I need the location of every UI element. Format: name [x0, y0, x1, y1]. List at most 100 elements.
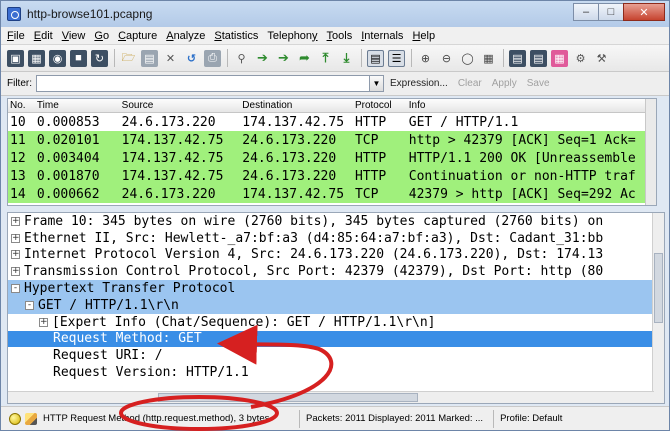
menu-item[interactable]: Tools: [327, 30, 353, 42]
packet-row[interactable]: 10 0.000853 24.6.173.220 174.137.42.75 HTTP G…: [8, 113, 656, 131]
interface-list-icon[interactable]: ▣: [7, 49, 24, 67]
expression-button[interactable]: Expression...: [390, 78, 448, 89]
packet-list-header: No. Time Source Destination Protocol Inf…: [8, 99, 656, 113]
expand-icon[interactable]: +: [11, 216, 20, 226]
menu-item[interactable]: Statistics: [214, 30, 258, 42]
menu-item[interactable]: View: [62, 30, 86, 42]
packet-row[interactable]: 14 0.000662 24.6.173.220 174.137.42.75 TCP 42…: [8, 185, 656, 203]
main-toolbar: ▣ ▦ ◉ ■ ↻ 🗁 ▤ ✕ ↺ ⎙ ⚲ ➔ ➔ ➦ ⤒ ⤓ ▤ ☰ ⊕ ⊖ …: [1, 45, 669, 72]
details-vertical-scrollbar[interactable]: [652, 213, 664, 403]
expand-icon[interactable]: +: [11, 267, 20, 277]
menu-item[interactable]: Edit: [34, 30, 53, 42]
detail-row[interactable]: - GET / HTTP/1.1\r\n: [8, 296, 664, 314]
detail-text: Frame 10: 345 bytes on wire (2760 bits),…: [24, 213, 604, 229]
status-profile[interactable]: Profile: Default: [500, 413, 562, 424]
menu-item[interactable]: Analyze: [166, 30, 205, 42]
expand-icon[interactable]: +: [11, 233, 20, 243]
menu-item[interactable]: Internals: [361, 30, 403, 42]
packet-row[interactable]: 12 0.003404 174.137.42.75 24.6.173.220 HTTP H…: [8, 149, 656, 167]
zoom-in-icon[interactable]: ⊕: [417, 50, 434, 67]
close-file-icon[interactable]: ✕: [162, 50, 179, 67]
save-file-icon[interactable]: ▤: [141, 49, 158, 67]
collapse-icon[interactable]: -: [11, 284, 20, 294]
maximize-button[interactable]: □: [598, 3, 624, 21]
minimize-button[interactable]: –: [573, 3, 599, 21]
packet-row[interactable]: 13 0.001870 174.137.42.75 24.6.173.220 HTTP C…: [8, 167, 656, 185]
column-header-source[interactable]: Source: [122, 100, 243, 111]
detail-row[interactable]: Request Method: GET: [8, 330, 664, 348]
go-first-icon[interactable]: ⤒: [317, 50, 334, 67]
go-to-packet-icon[interactable]: ➦: [296, 50, 313, 67]
coloring-rules-icon[interactable]: ▦: [551, 49, 568, 67]
packet-cell-protocol: HTTP: [354, 114, 387, 130]
details-vertical-thumb[interactable]: [654, 253, 663, 323]
save-filter-button[interactable]: Save: [527, 78, 550, 89]
packet-list-scrollbar[interactable]: [645, 99, 656, 205]
resize-columns-icon[interactable]: ▦: [480, 50, 497, 67]
packet-cell-protocol: TCP: [354, 132, 379, 148]
column-header-destination[interactable]: Destination: [242, 100, 355, 111]
detail-row[interactable]: + Internet Protocol Version 4, Src: 24.6.…: [8, 247, 664, 264]
packet-cell-info: http > 42379 [ACK] Seq=1 Ack=: [408, 132, 636, 148]
detail-rows: + Frame 10: 345 bytes on wire (2760 bits)…: [8, 213, 664, 381]
column-header-protocol[interactable]: Protocol: [355, 100, 409, 111]
find-packet-icon[interactable]: ⚲: [233, 50, 250, 67]
menu-item[interactable]: Telephony: [267, 30, 317, 42]
column-header-info[interactable]: Info: [409, 100, 656, 111]
capture-filters-icon[interactable]: ▤: [509, 49, 526, 67]
packet-cell-protocol: HTTP: [354, 168, 387, 184]
colorize-icon[interactable]: ▤: [367, 49, 384, 67]
menu-item[interactable]: Help: [412, 30, 435, 42]
capture-comment-icon[interactable]: [25, 412, 37, 425]
go-forward-icon[interactable]: ➔: [275, 50, 292, 67]
preferences-icon[interactable]: ⚙: [572, 50, 589, 67]
detail-row[interactable]: - Hypertext Transfer Protocol: [8, 280, 664, 297]
detail-row[interactable]: + [Expert Info (Chat/Sequence): GET / HTT…: [8, 314, 664, 331]
stop-capture-icon[interactable]: ■: [70, 49, 87, 67]
apply-filter-button[interactable]: Apply: [492, 78, 517, 89]
zoom-out-icon[interactable]: ⊖: [438, 50, 455, 67]
expand-icon[interactable]: +: [39, 317, 48, 327]
print-icon[interactable]: ⎙: [204, 49, 221, 67]
detail-row[interactable]: + Transmission Control Protocol, Src Port…: [8, 263, 664, 280]
detail-row[interactable]: Request URI: /: [8, 347, 664, 364]
capture-options-icon[interactable]: ▦: [28, 49, 45, 67]
help-icon[interactable]: ⚒: [593, 50, 610, 67]
detail-row[interactable]: + Ethernet II, Src: Hewlett-_a7:bf:a3 (d4…: [8, 230, 664, 247]
status-divider: [299, 409, 300, 428]
detail-text: Hypertext Transfer Protocol: [24, 281, 236, 297]
display-filter-input[interactable]: [36, 75, 370, 92]
column-header-no[interactable]: No.: [8, 100, 37, 111]
detail-row[interactable]: Request Version: HTTP/1.1: [8, 364, 664, 381]
display-filters-icon[interactable]: ▤: [530, 49, 547, 67]
detail-text: Request Method: GET: [53, 331, 202, 347]
details-horizontal-thumb[interactable]: [158, 393, 418, 402]
menu-item[interactable]: File: [7, 30, 25, 42]
expert-info-icon[interactable]: [9, 412, 21, 425]
packet-cell-time: 0.020101: [36, 132, 100, 148]
expand-icon[interactable]: +: [11, 250, 20, 260]
column-header-time[interactable]: Time: [37, 100, 122, 111]
menu-item[interactable]: Capture: [118, 30, 157, 42]
normal-size-icon[interactable]: ◯: [459, 50, 476, 67]
detail-row[interactable]: + Frame 10: 345 bytes on wire (2760 bits)…: [8, 213, 664, 230]
go-back-icon[interactable]: ➔: [254, 50, 271, 67]
restart-capture-icon[interactable]: ↻: [91, 49, 108, 67]
status-field-info: HTTP Request Method (http.request.method…: [43, 413, 270, 424]
details-horizontal-scrollbar[interactable]: [8, 391, 654, 403]
go-last-icon[interactable]: ⤓: [338, 50, 355, 67]
collapse-icon[interactable]: -: [25, 300, 34, 310]
clear-filter-button[interactable]: Clear: [458, 78, 482, 89]
auto-scroll-icon[interactable]: ☰: [388, 49, 405, 67]
menu-item[interactable]: Go: [94, 30, 109, 42]
close-button[interactable]: ✕: [623, 3, 665, 21]
packet-cell-source: 24.6.173.220: [121, 186, 216, 202]
detail-text: Ethernet II, Src: Hewlett-_a7:bf:a3 (d4:…: [24, 230, 604, 246]
filter-history-dropdown[interactable]: ▼: [370, 75, 384, 92]
packet-row[interactable]: 11 0.020101 174.137.42.75 24.6.173.220 TCP ht…: [8, 131, 656, 149]
reload-icon[interactable]: ↺: [183, 50, 200, 67]
open-file-icon[interactable]: 🗁: [120, 50, 137, 67]
start-capture-icon[interactable]: ◉: [49, 49, 66, 67]
title-bar[interactable]: http-browse101.pcapng – □ ✕: [1, 1, 669, 27]
packet-details-pane: + Frame 10: 345 bytes on wire (2760 bits)…: [7, 212, 665, 404]
